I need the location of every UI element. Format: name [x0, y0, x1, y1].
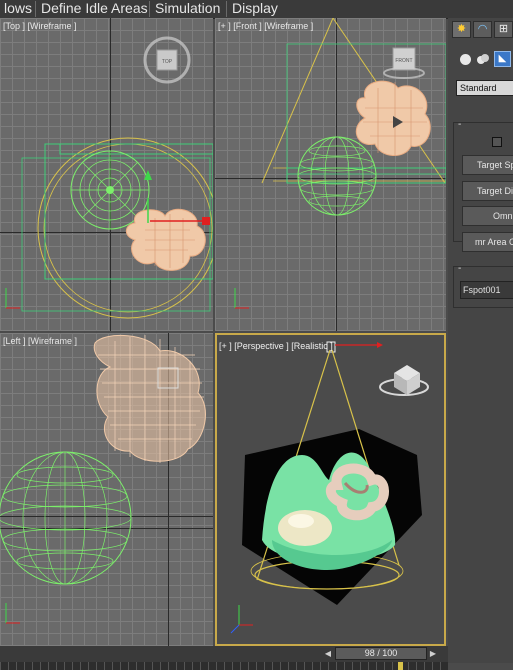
knot-wireframe[interactable] — [125, 208, 206, 271]
shapes-icon[interactable] — [477, 54, 489, 65]
viewcube-top[interactable]: TOP — [143, 36, 191, 84]
object-type-rollout: - Target Sp Target Dir Omni mr Area O — [453, 119, 513, 252]
viewport-left-label[interactable]: [Left ] [Wireframe ] — [3, 336, 77, 346]
viewcube-perspective[interactable] — [379, 365, 429, 396]
sphere-wireframe[interactable] — [297, 136, 377, 216]
viewport-perspective-label[interactable]: [+ ] [Perspective ] [Realistic ] — [219, 341, 333, 351]
viewport-top[interactable]: [Top ] [Wireframe ] TOP — [0, 18, 213, 331]
axis-tripod — [5, 288, 20, 309]
object-name-field[interactable]: Fspot001 — [460, 281, 513, 299]
autogrid-checkbox[interactable] — [492, 137, 502, 147]
time-slider[interactable]: 98 / 100 — [335, 647, 427, 660]
menu-separator — [35, 1, 36, 17]
top-scene: TOP — [5, 36, 213, 319]
front-scene: FRONT — [234, 18, 446, 309]
viewcube-front[interactable]: FRONT — [383, 47, 425, 79]
geometry-icon[interactable] — [460, 54, 471, 65]
menu-define-idle-areas[interactable]: Define Idle Areas — [37, 0, 152, 18]
menu-separator — [226, 1, 227, 17]
create-icon: ✸ — [456, 23, 467, 35]
menu-windows[interactable]: lows — [0, 0, 36, 18]
sphere-wireframe[interactable] — [0, 451, 132, 585]
collapse-icon[interactable]: - — [458, 263, 461, 274]
hierarchy-tab[interactable]: ⊞ — [494, 21, 513, 38]
modify-icon: ◠ — [477, 23, 488, 35]
axis-tripod — [230, 605, 253, 634]
axis-tripod — [5, 603, 20, 624]
svg-text:TOP: TOP — [162, 59, 173, 65]
command-panel: ✸ ◠ ⊞ ◣ Standard - Target Sp Target Dir … — [448, 18, 513, 663]
knot-wireframe[interactable] — [355, 80, 431, 156]
viewport-left[interactable]: [Left ] [Wireframe ] — [0, 333, 213, 646]
trackbar-keyframe[interactable] — [398, 662, 403, 670]
viewport-perspective[interactable]: [+ ] [Perspective ] [Realistic ] — [215, 333, 446, 646]
perspective-scene — [230, 341, 429, 634]
track-bar[interactable] — [0, 662, 448, 670]
target-spot-button[interactable]: Target Sp — [462, 155, 513, 175]
menu-separator — [149, 1, 150, 17]
menu-simulation[interactable]: Simulation — [151, 0, 224, 18]
target-direct-button[interactable]: Target Dir — [462, 181, 513, 201]
lights-icon[interactable]: ◣ — [494, 51, 511, 67]
hierarchy-icon: ⊞ — [498, 23, 509, 35]
knot-wireframe[interactable] — [93, 334, 206, 463]
prev-frame-icon[interactable]: ◀ — [323, 647, 333, 660]
menu-bar: lows Define Idle Areas Simulation Displa… — [0, 0, 513, 19]
modify-tab[interactable]: ◠ — [473, 21, 492, 38]
menu-display[interactable]: Display — [228, 0, 282, 18]
collapse-icon[interactable]: - — [458, 119, 461, 130]
next-frame-icon[interactable]: ▶ — [428, 647, 438, 660]
create-tab[interactable]: ✸ — [452, 21, 471, 38]
mr-area-omni-button[interactable]: mr Area O — [462, 232, 513, 252]
spotlight-cone-line[interactable] — [261, 18, 334, 184]
viewport-front-label[interactable]: [+ ] [Front ] [Wireframe ] — [218, 21, 313, 31]
category-dropdown[interactable]: Standard — [456, 80, 513, 96]
viewport-front[interactable]: [+ ] [Front ] [Wireframe ] FRONT — [215, 18, 446, 331]
svg-text:FRONT: FRONT — [395, 58, 412, 64]
axis-tripod — [234, 288, 249, 309]
viewport-top-label[interactable]: [Top ] [Wireframe ] — [3, 21, 77, 31]
left-scene — [0, 334, 206, 624]
omni-button[interactable]: Omni — [462, 206, 513, 226]
